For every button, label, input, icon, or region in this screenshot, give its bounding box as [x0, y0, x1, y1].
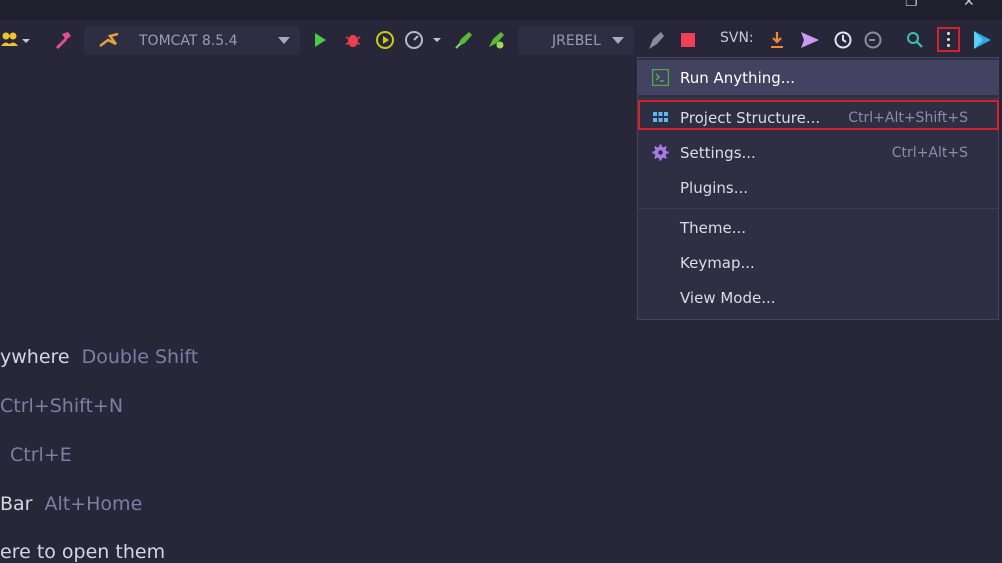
play-icon	[315, 33, 326, 47]
close-window-icon[interactable]: ✕	[963, 0, 975, 10]
main-toolbar: TOMCAT 8.5.4 JREBEL SVN:	[0, 20, 1002, 60]
gauge-icon	[405, 31, 441, 49]
hint-navigation-bar: Bar Alt+Home	[0, 493, 142, 515]
menu-item-shortcut: Ctrl+Alt+S	[891, 144, 968, 161]
code-with-me-icon	[974, 31, 991, 49]
menu-item-plugins[interactable]: Plugins...	[638, 170, 998, 205]
svn-rollback-button[interactable]	[862, 28, 884, 52]
hint-action: ywhere	[0, 346, 70, 368]
menu-separator	[638, 98, 998, 99]
svn-history-button[interactable]	[832, 28, 854, 52]
build-button[interactable]	[52, 28, 74, 52]
hint-go-to-file: Ctrl+Shift+N	[0, 395, 123, 417]
attach-debugger-button[interactable]	[644, 28, 668, 52]
tomcat-icon	[99, 32, 119, 47]
chevron-down-icon	[278, 37, 290, 44]
restore-window-icon[interactable]: ❐	[905, 0, 918, 10]
debug-button[interactable]	[343, 28, 363, 52]
menu-item-label: Run Anything...	[680, 68, 796, 87]
jrebel-debug-button[interactable]	[484, 28, 508, 52]
stop-button[interactable]	[678, 28, 698, 52]
hint-key: Ctrl+Shift+N	[0, 395, 124, 417]
menu-item-label: Plugins...	[680, 178, 749, 197]
jrebel-config-select[interactable]: JREBEL	[518, 26, 634, 55]
stop-icon	[681, 33, 695, 47]
menu-separator	[638, 208, 998, 209]
run-with-coverage-button[interactable]	[374, 28, 396, 52]
menu-item-label: Keymap...	[680, 253, 755, 272]
highlight-box	[638, 100, 999, 130]
run-button[interactable]	[310, 28, 330, 52]
gear-icon	[652, 144, 669, 161]
user-group-icon	[1, 32, 30, 46]
menu-item-label: Theme...	[680, 218, 747, 237]
svn-update-button[interactable]	[766, 28, 788, 52]
send-icon	[801, 32, 819, 48]
hint-key: Double Shift	[81, 346, 199, 368]
menu-item-label: View Mode...	[680, 288, 776, 307]
search-icon	[907, 32, 923, 48]
title-bar: ❐ ✕	[0, 0, 1002, 20]
terminal-icon	[652, 69, 669, 86]
attach-icon	[649, 32, 664, 49]
update-arrow-icon	[771, 32, 783, 48]
more-dot-icon	[947, 38, 950, 41]
code-with-me-button[interactable]	[968, 28, 996, 52]
more-dot-icon	[947, 32, 950, 35]
search-everywhere-button[interactable]	[904, 28, 926, 52]
hint-action: Bar	[0, 493, 33, 515]
hint-search-everywhere: ywhere Double Shift	[0, 346, 198, 368]
user-group-button[interactable]	[0, 28, 32, 52]
rocket-icon	[455, 32, 472, 49]
rollback-icon	[864, 31, 882, 49]
run-config-select[interactable]: TOMCAT 8.5.4	[84, 26, 300, 55]
bug-icon	[345, 35, 361, 47]
jrebel-run-button[interactable]	[452, 28, 476, 52]
svn-commit-button[interactable]	[798, 28, 822, 52]
menu-item-theme[interactable]: Theme...	[638, 210, 998, 245]
hint-key: Alt+Home	[44, 493, 143, 515]
more-dot-icon	[947, 44, 950, 47]
hammer-icon	[55, 32, 71, 50]
hint-key: Ctrl+E	[10, 444, 72, 466]
menu-item-run-anything[interactable]: Run Anything...	[638, 60, 998, 95]
menu-item-view-mode[interactable]: View Mode...	[638, 280, 998, 315]
menu-item-label: Settings...	[680, 143, 756, 162]
coverage-icon	[376, 31, 394, 49]
chevron-down-icon	[612, 37, 624, 44]
more-actions-menu: Run Anything... Project Structure... Ctr…	[637, 57, 999, 320]
more-actions-button[interactable]	[937, 27, 960, 52]
svn-label: SVN:	[720, 30, 754, 46]
menu-item-keymap[interactable]: Keymap...	[638, 245, 998, 280]
rocket-bug-icon	[489, 32, 504, 49]
menu-item-settings[interactable]: Settings... Ctrl+Alt+S	[638, 135, 998, 170]
history-icon	[834, 31, 852, 49]
profiler-button[interactable]	[404, 28, 446, 52]
run-config-label: TOMCAT 8.5.4	[139, 32, 238, 49]
jrebel-config-label: JREBEL	[552, 32, 601, 49]
hint-recent-files: Ctrl+E	[10, 444, 72, 466]
